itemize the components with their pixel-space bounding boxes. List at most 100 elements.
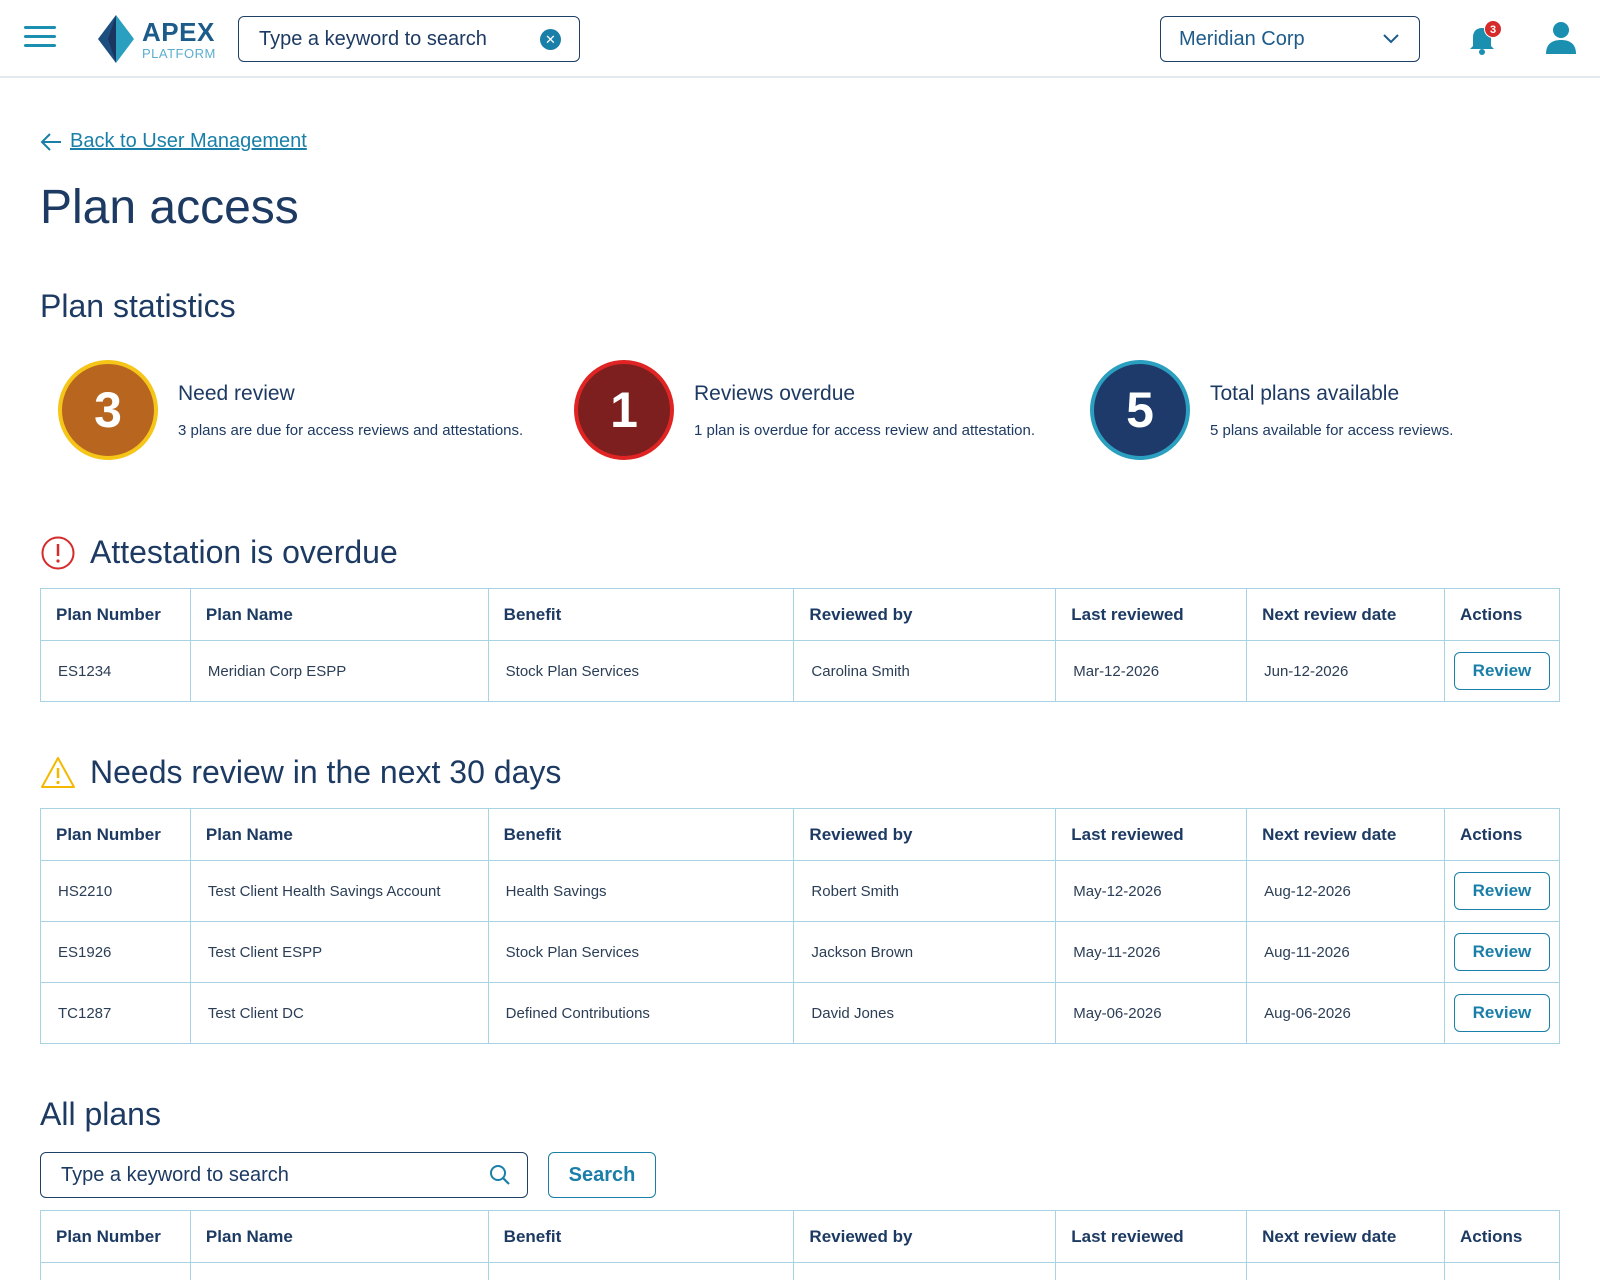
col-next-review: Next review date <box>1246 808 1445 861</box>
back-link-label: Back to User Management <box>70 130 307 152</box>
cell-actions: Review <box>1443 982 1561 1044</box>
logo[interactable]: APEX PLATFORM <box>98 14 216 64</box>
warning-triangle-icon <box>41 756 75 788</box>
cell-next-review: Aug-06-2026 <box>1246 982 1445 1044</box>
cell-plan-name: Test Client DC <box>189 982 489 1044</box>
review-button[interactable]: Review <box>1453 994 1550 1032</box>
notification-badge: 3 <box>1484 20 1502 38</box>
cell-actions: Review <box>1443 860 1561 922</box>
cell-benefit: Defined Contributions <box>487 982 795 1044</box>
header-search-input[interactable] <box>259 27 529 51</box>
col-last-reviewed: Last reviewed <box>1055 1210 1248 1263</box>
cell-next-review: Jun-12-2026 <box>1246 640 1445 702</box>
col-plan-name: Plan Name <box>189 588 489 641</box>
table-row: HS2210 Test Client Health Savings Accoun… <box>40 860 1561 922</box>
cell-plan-name: Test Client Health Savings Account <box>189 860 489 922</box>
cell-reviewed-by: David Jones <box>793 982 1057 1044</box>
col-last-reviewed: Last reviewed <box>1055 588 1248 641</box>
col-plan-number: Plan Number <box>40 588 191 641</box>
col-next-review: Next review date <box>1246 1210 1445 1263</box>
table-row <box>40 1262 1561 1280</box>
overdue-title-text: Attestation is overdue <box>90 534 398 570</box>
cell-reviewed-by: Robert Smith <box>793 860 1057 922</box>
col-reviewed-by: Reviewed by <box>793 808 1057 861</box>
stats-title: Plan statistics <box>40 288 236 324</box>
review-button[interactable]: Review <box>1453 933 1550 971</box>
table-header-row: Plan Number Plan Name Benefit Reviewed b… <box>40 808 1561 861</box>
header-search: ✕ <box>238 16 580 62</box>
cell-benefit: Health Savings <box>487 860 795 922</box>
cell-actions: Review <box>1443 640 1561 702</box>
cell-reviewed-by: Carolina Smith <box>793 640 1057 702</box>
search-button[interactable]: Search <box>548 1152 656 1198</box>
col-next-review: Next review date <box>1246 588 1445 641</box>
cell-next-review: Aug-11-2026 <box>1246 921 1445 983</box>
stat-label: Reviews overdue <box>694 382 856 405</box>
cell-plan-number: TC1287 <box>40 982 191 1044</box>
all-plans-title: All plans <box>40 1096 161 1132</box>
stat-desc: 5 plans available for access reviews. <box>1210 422 1454 439</box>
table-row: TC1287 Test Client DC Defined Contributi… <box>40 982 1561 1044</box>
table-row: ES1234 Meridian Corp ESPP Stock Plan Ser… <box>40 640 1561 702</box>
alert-circle-icon <box>41 536 75 569</box>
logo-subtitle: PLATFORM <box>142 45 216 61</box>
upcoming-section-title: Needs review in the next 30 days <box>40 754 561 791</box>
overdue-section-title: Attestation is overdue <box>40 534 398 571</box>
review-button[interactable]: Review <box>1453 652 1550 690</box>
company-select-value: Meridian Corp <box>1179 27 1305 50</box>
col-reviewed-by: Reviewed by <box>793 1210 1057 1263</box>
table-row: ES1926 Test Client ESPP Stock Plan Servi… <box>40 921 1561 983</box>
stat-desc: 1 plan is overdue for access review and … <box>694 422 1036 439</box>
stat-value: 5 <box>1090 360 1190 460</box>
logo-diamond-icon <box>98 15 134 63</box>
top-header: APEX PLATFORM ✕ Meridian Corp 3 <box>0 0 1600 78</box>
user-icon[interactable] <box>1544 20 1578 56</box>
stat-value: 1 <box>574 360 674 460</box>
table-header-row: Plan Number Plan Name Benefit Reviewed b… <box>40 1210 1561 1263</box>
col-benefit: Benefit <box>487 808 795 861</box>
cell-next-review: Aug-12-2026 <box>1246 860 1445 922</box>
review-button[interactable]: Review <box>1453 872 1550 910</box>
col-benefit: Benefit <box>487 588 795 641</box>
cell-last-reviewed: May-06-2026 <box>1055 982 1248 1044</box>
cell-last-reviewed: Mar-12-2026 <box>1055 640 1248 702</box>
overdue-table: Plan Number Plan Name Benefit Reviewed b… <box>40 588 1561 702</box>
cell-reviewed-by: Jackson Brown <box>793 921 1057 983</box>
all-plans-table: Plan Number Plan Name Benefit Reviewed b… <box>40 1210 1561 1280</box>
menu-icon[interactable] <box>24 26 56 50</box>
col-last-reviewed: Last reviewed <box>1055 808 1248 861</box>
cell-plan-number: ES1234 <box>40 640 191 702</box>
notifications-button[interactable]: 3 <box>1466 20 1502 56</box>
col-actions: Actions <box>1443 808 1561 861</box>
cell-last-reviewed: May-11-2026 <box>1055 921 1248 983</box>
cell-actions: Review <box>1443 921 1561 983</box>
stat-label: Need review <box>178 382 295 405</box>
cell-benefit: Stock Plan Services <box>487 640 795 702</box>
upcoming-table: Plan Number Plan Name Benefit Reviewed b… <box>40 808 1561 1044</box>
upcoming-title-text: Needs review in the next 30 days <box>90 754 562 790</box>
col-actions: Actions <box>1443 1210 1561 1263</box>
cell-plan-number: HS2210 <box>40 860 191 922</box>
clear-icon[interactable]: ✕ <box>540 29 561 50</box>
stat-label: Total plans available <box>1210 382 1400 405</box>
page-title: Plan access <box>40 181 299 234</box>
cell-benefit: Stock Plan Services <box>487 921 795 983</box>
col-plan-name: Plan Name <box>189 808 489 861</box>
col-plan-number: Plan Number <box>40 1210 191 1263</box>
cell-plan-name: Meridian Corp ESPP <box>189 640 489 702</box>
company-select[interactable]: Meridian Corp <box>1160 16 1420 62</box>
plans-search-input[interactable] <box>61 1163 461 1187</box>
cell-plan-name: Test Client ESPP <box>189 921 489 983</box>
cell-last-reviewed: May-12-2026 <box>1055 860 1248 922</box>
logo-title: APEX <box>142 16 215 47</box>
stat-value: 3 <box>58 360 158 460</box>
col-plan-number: Plan Number <box>40 808 191 861</box>
chevron-down-icon <box>1383 34 1399 44</box>
col-benefit: Benefit <box>487 1210 795 1263</box>
search-icon[interactable] <box>489 1164 511 1186</box>
cell-plan-number: ES1926 <box>40 921 191 983</box>
arrow-left-icon <box>40 132 61 151</box>
col-reviewed-by: Reviewed by <box>793 588 1057 641</box>
back-link[interactable]: Back to User Management <box>40 130 307 153</box>
table-header-row: Plan Number Plan Name Benefit Reviewed b… <box>40 588 1561 641</box>
